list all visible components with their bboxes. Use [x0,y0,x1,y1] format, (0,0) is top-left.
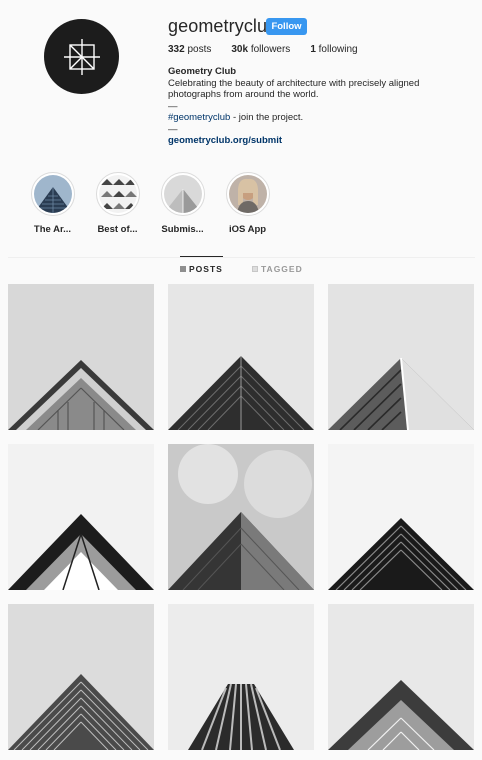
posts-count: 332 posts [168,44,211,55]
highlight-ring [30,172,75,216]
highlight-thumbnail [163,175,202,213]
followers-count[interactable]: 30k followers [231,44,290,55]
highlight-thumbnail [33,175,72,213]
posts-count-label: posts [187,44,212,55]
profile-full-name: Geometry Club [168,66,237,77]
highlight-item[interactable]: Submis... [150,172,215,235]
tagged-icon [252,266,258,272]
story-highlights: The Ar... Best of... Submis... iOS App [20,172,280,235]
highlight-label: iOS App [228,224,267,235]
geometry-logo-icon [63,38,100,75]
profile-stats: 332 posts 30k followers 1 following [168,44,378,55]
tab-tagged[interactable]: TAGGED [252,264,303,274]
profile-bio: Geometry Club Celebrating the beauty of … [168,66,468,147]
highlight-thumbnail [98,175,137,213]
highlight-ring [225,172,270,216]
post-thumbnail[interactable] [8,284,154,430]
highlight-label: Submis... [161,224,204,235]
profile-username: geometryclub [168,16,278,36]
highlight-ring [160,172,205,216]
post-grid [8,284,474,750]
website-link[interactable]: geometryclub.org/submit [168,135,468,147]
post-thumbnail[interactable] [8,444,154,590]
post-thumbnail[interactable] [168,604,314,750]
post-thumbnail[interactable] [328,444,474,590]
highlight-item[interactable]: iOS App [215,172,280,235]
highlight-item[interactable]: The Ar... [20,172,85,235]
post-thumbnail[interactable] [328,284,474,430]
highlight-label: The Ar... [33,224,72,235]
bio-separator: — [168,100,178,112]
follow-button[interactable]: Follow [266,18,307,35]
post-thumbnail[interactable] [8,604,154,750]
hashtag-link[interactable]: #geometryclub [168,112,230,123]
tab-tagged-label: TAGGED [261,264,303,274]
post-thumbnail[interactable] [168,444,314,590]
post-thumbnail[interactable] [328,604,474,750]
profile-avatar[interactable] [44,19,119,94]
followers-count-value: 30k [231,44,249,55]
following-count-value: 1 [310,44,316,55]
tab-posts[interactable]: POSTS [180,264,223,274]
highlight-thumbnail [228,175,267,213]
bio-separator: — [168,123,178,135]
following-count[interactable]: 1 following [310,44,357,55]
posts-count-value: 332 [168,44,185,55]
highlight-ring [95,172,140,216]
active-tab-indicator [180,256,223,257]
highlight-item[interactable]: Best of... [85,172,150,235]
hashtag-suffix: - join the project. [230,112,304,123]
grid-icon [180,266,186,272]
post-thumbnail[interactable] [168,284,314,430]
following-count-label: following [318,44,358,55]
tabs-divider [8,257,475,258]
highlight-label: Best of... [97,224,138,235]
bio-line: photographs from around the world. [168,89,319,100]
tab-posts-label: POSTS [189,264,223,274]
bio-line: Celebrating the beauty of architecture w… [168,77,420,89]
followers-count-label: followers [250,44,291,55]
bio-hashtag-line: #geometryclub - join the project. [168,112,468,124]
